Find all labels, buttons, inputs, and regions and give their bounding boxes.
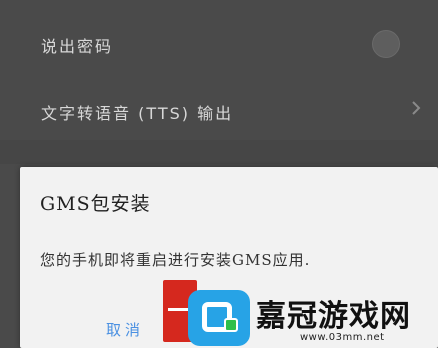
section-divider [0, 140, 438, 164]
setting-label: 说出密码 [41, 37, 114, 56]
speak-password-toggle[interactable] [372, 30, 400, 58]
setting-label: 文字转语音 (TTS) 输出 [41, 104, 234, 123]
watermark-text: 嘉冠游戏网 [256, 299, 411, 334]
watermark-url: www.03mm.net [300, 332, 385, 343]
chevron-right-icon [412, 101, 421, 115]
setting-row-speak-password[interactable]: 说出密码 [0, 0, 438, 82]
dialog-title: GMS包安装 [40, 193, 151, 215]
logo-dot [224, 318, 238, 332]
dialog-message: 您的手机即将重启进行安装GMS应用. [40, 251, 311, 269]
watermark-logo-icon [188, 290, 250, 346]
cancel-button[interactable]: 取消 [106, 319, 144, 340]
